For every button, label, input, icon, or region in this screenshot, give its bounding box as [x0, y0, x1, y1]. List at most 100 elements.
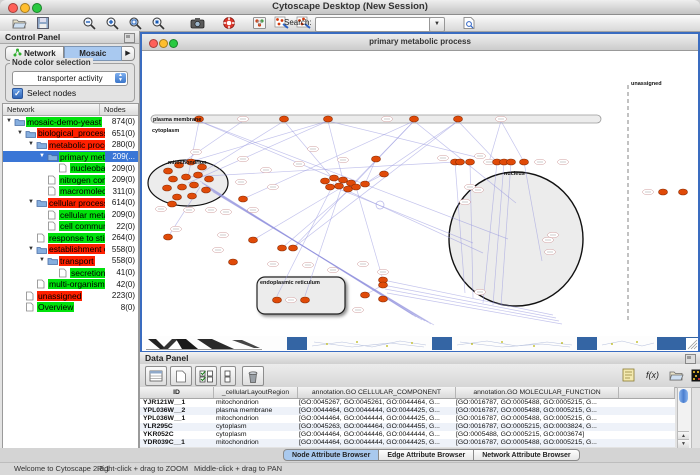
graph-node[interactable] — [352, 184, 361, 190]
more-tabs-arrow-icon[interactable]: ▶ — [122, 46, 135, 61]
table-row[interactable]: YPL036W__1mitochondrion[GO:0044464, GO:0… — [140, 415, 675, 423]
tab-edge-attribute-browser[interactable]: Edge Attribute Browser — [379, 449, 474, 461]
delete-attribute-icon[interactable] — [242, 366, 264, 386]
table-vertical-scrollbar[interactable]: ▲ ▼ — [677, 387, 692, 449]
graph-node[interactable] — [335, 183, 344, 189]
save-session-icon[interactable] — [36, 16, 51, 30]
tree-row[interactable]: Overview8(0) — [3, 302, 138, 314]
column-header-id[interactable]: ID — [140, 387, 214, 398]
graph-node[interactable] — [205, 176, 214, 182]
scroll-down-icon[interactable]: ▼ — [678, 439, 689, 448]
table-row[interactable]: YPL036W__2plasma membrane[GO:0044464, GO… — [140, 407, 675, 415]
network-canvas[interactable]: plasma membranecytoplasmmitochondrionnuc… — [142, 51, 698, 336]
graph-node[interactable] — [379, 282, 388, 288]
zoom-in-icon[interactable] — [105, 16, 120, 30]
graph-node[interactable] — [466, 159, 475, 165]
graph-node[interactable] — [507, 159, 516, 165]
zoom-out-icon[interactable] — [82, 16, 97, 30]
frame-close-icon[interactable] — [149, 39, 158, 48]
close-window-icon[interactable] — [8, 3, 18, 13]
graph-node[interactable] — [301, 297, 310, 303]
tree-row[interactable]: ▼cellular process614(0) — [3, 197, 138, 209]
graph-node[interactable] — [178, 184, 187, 190]
tree-row[interactable]: nitrogen compo209(0) — [3, 174, 138, 186]
tab-node-attribute-browser[interactable]: Node Attribute Browser — [283, 449, 379, 461]
graph-node[interactable] — [163, 185, 172, 191]
tree-row[interactable]: multi-organism pro42(0) — [3, 278, 138, 290]
table-row[interactable]: YJR121W__1mitochondrion[GO:0045267, GO:0… — [140, 399, 675, 407]
tree-row[interactable]: unassigned223(0) — [3, 290, 138, 302]
search-dropdown-icon[interactable]: ▼ — [429, 17, 445, 32]
zoom-fit-icon[interactable] — [128, 16, 143, 30]
graph-node[interactable] — [273, 297, 282, 303]
graph-node[interactable] — [249, 237, 258, 243]
zoom-window-icon[interactable] — [32, 3, 42, 13]
graph-node[interactable] — [372, 156, 381, 162]
graph-node[interactable] — [454, 116, 463, 122]
open-session-icon[interactable] — [12, 16, 27, 30]
graph-node[interactable] — [520, 159, 529, 165]
tree-column-network[interactable]: Network — [3, 104, 100, 115]
column-header-cellular-component[interactable]: annotation.GO CELLULAR_COMPONENT — [298, 387, 456, 398]
node-color-dropdown[interactable]: transporter activity ▲▼ — [12, 71, 128, 86]
expander-icon[interactable]: ▼ — [6, 116, 14, 127]
tree-row[interactable]: ▼establishment of lo558(0) — [3, 244, 138, 256]
frame-zoom-icon[interactable] — [169, 39, 178, 48]
graph-node[interactable] — [182, 174, 191, 180]
new-attribute-icon[interactable] — [170, 366, 192, 386]
graph-node[interactable] — [194, 172, 203, 178]
column-header-region[interactable]: _cellularLayoutRegion — [214, 387, 298, 398]
tree-row[interactable]: cell communicat22(0) — [3, 220, 138, 232]
graph-node[interactable] — [164, 234, 173, 240]
graph-node[interactable] — [679, 189, 688, 195]
import-attributes-icon[interactable] — [668, 367, 685, 383]
graph-node[interactable] — [380, 171, 389, 177]
frame-minimize-icon[interactable] — [159, 39, 168, 48]
graph-node[interactable] — [280, 116, 289, 122]
graph-node[interactable] — [330, 175, 339, 181]
graph-node[interactable] — [379, 296, 388, 302]
graph-node[interactable] — [229, 259, 238, 265]
search-input[interactable] — [315, 17, 433, 32]
graph-node[interactable] — [289, 245, 298, 251]
minimize-window-icon[interactable] — [20, 3, 30, 13]
tree-row[interactable]: cellular metabo209(0) — [3, 209, 138, 221]
expander-icon[interactable]: ▼ — [17, 128, 25, 139]
table-row[interactable]: YDR039C__1mitochondrion[GO:0044464, GO:0… — [140, 439, 675, 447]
tree-row[interactable]: secretion41(0) — [3, 267, 138, 279]
graph-node[interactable] — [326, 184, 335, 190]
select-nodes-checkbox[interactable]: ✓ — [12, 88, 23, 99]
vizmapper-icon[interactable] — [252, 16, 267, 30]
expander-icon[interactable]: ▼ — [28, 139, 36, 150]
tree-row[interactable]: ▼mosaic-demo-yeast874(0) — [3, 116, 138, 128]
graph-node[interactable] — [344, 186, 353, 192]
tree-column-nodes[interactable]: Nodes — [100, 104, 138, 115]
float-panel-icon[interactable] — [685, 354, 696, 364]
graph-node[interactable] — [168, 201, 177, 207]
tree-row[interactable]: macromolecule311(0) — [3, 186, 138, 198]
search-options-icon[interactable] — [462, 16, 477, 30]
graph-node[interactable] — [239, 196, 248, 202]
graph-node[interactable] — [278, 245, 287, 251]
graph-node[interactable] — [190, 182, 199, 188]
expander-icon[interactable]: ▼ — [28, 197, 36, 208]
notes-icon[interactable] — [620, 367, 637, 383]
graph-node[interactable] — [456, 159, 465, 165]
attribute-matrix-icon[interactable] — [689, 367, 700, 383]
graph-node[interactable] — [361, 181, 370, 187]
expander-icon[interactable]: ▼ — [39, 151, 47, 162]
graph-node[interactable] — [169, 176, 178, 182]
graph-node[interactable] — [188, 193, 197, 199]
graph-node[interactable] — [339, 177, 348, 183]
expander-icon[interactable]: ▼ — [28, 244, 36, 255]
tab-network-attribute-browser[interactable]: Network Attribute Browser — [474, 449, 579, 461]
attribute-table[interactable]: ID _cellularLayoutRegion annotation.GO C… — [140, 387, 675, 447]
graph-node[interactable] — [361, 292, 370, 298]
scrollbar-thumb[interactable] — [679, 389, 688, 403]
graph-node[interactable] — [410, 116, 419, 122]
unselect-attributes-icon[interactable] — [220, 366, 236, 386]
formula-builder-icon[interactable]: f(x) — [644, 367, 661, 383]
zoom-selected-icon[interactable] — [151, 16, 166, 30]
select-attributes-icon[interactable] — [195, 366, 217, 386]
tree-row[interactable]: response to stimulu264(0) — [3, 232, 138, 244]
